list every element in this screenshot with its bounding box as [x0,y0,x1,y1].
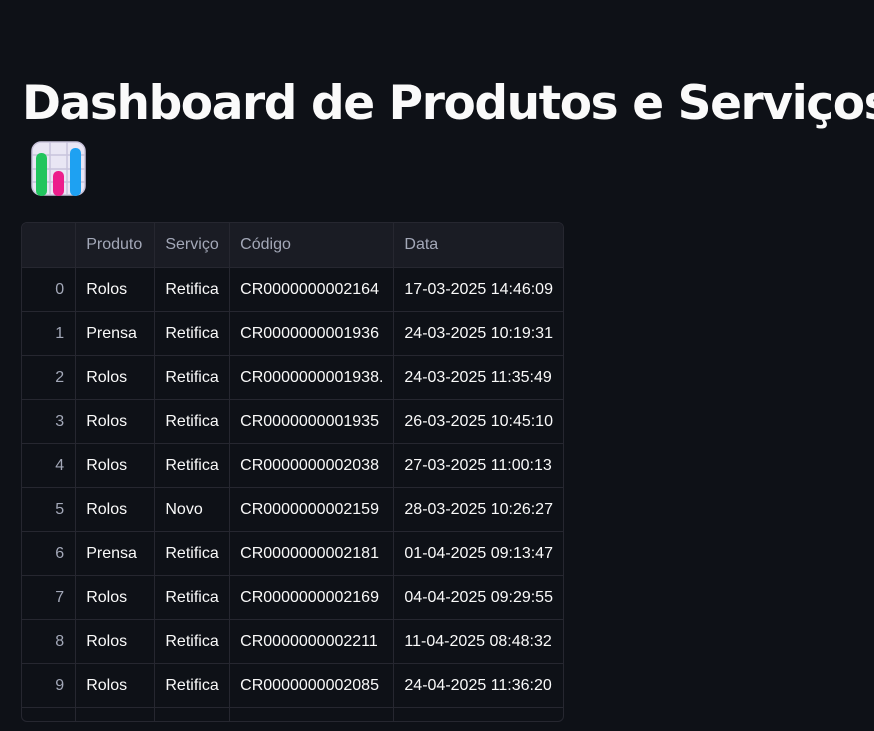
table-row[interactable]: 0 Rolos Retifica CR0000000002164 17-03-2… [22,267,563,312]
cell-data[interactable]: 24-03-2025 11:35:49 [393,355,563,400]
app-page: Dashboard de Produtos e Serviços Produto… [0,0,874,731]
row-index: 0 [22,267,77,312]
cell-data[interactable]: 27-03-2025 11:00:13 [393,443,563,488]
table-row[interactable]: 1 Prensa Retifica CR0000000001936 24-03-… [22,311,563,356]
column-header-codigo[interactable]: Código [229,223,395,268]
cell-servico[interactable] [154,707,231,721]
cell-data[interactable]: 01-04-2025 09:13:47 [393,531,563,576]
column-header-produto[interactable]: Produto [75,223,156,268]
bar-chart-icon [31,141,86,196]
cell-servico[interactable]: Retifica [154,619,231,664]
cell-produto[interactable] [75,707,156,721]
cell-codigo[interactable]: CR0000000001936 [229,311,395,356]
row-index [22,707,77,721]
cell-servico[interactable]: Retifica [154,663,231,708]
cell-codigo[interactable]: CR0000000002169 [229,575,395,620]
row-index: 2 [22,355,77,400]
table-row[interactable]: 9 Rolos Retifica CR0000000002085 24-04-2… [22,663,563,708]
row-index: 1 [22,311,77,356]
cell-data[interactable]: 24-04-2025 11:36:20 [393,663,563,708]
cell-produto[interactable]: Prensa [75,311,156,356]
table-row-partial[interactable] [22,707,563,721]
page-title: Dashboard de Produtos e Serviços [22,76,874,131]
table-row[interactable]: 4 Rolos Retifica CR0000000002038 27-03-2… [22,443,563,488]
row-index: 3 [22,399,77,444]
cell-servico[interactable]: Retifica [154,531,231,576]
cell-produto[interactable]: Rolos [75,355,156,400]
table-row[interactable]: 7 Rolos Retifica CR0000000002169 04-04-2… [22,575,563,620]
column-header-data[interactable]: Data [393,223,563,268]
row-index: 8 [22,619,77,664]
cell-servico[interactable]: Retifica [154,399,231,444]
cell-servico[interactable]: Retifica [154,443,231,488]
cell-produto[interactable]: Rolos [75,575,156,620]
cell-data[interactable]: 24-03-2025 10:19:31 [393,311,563,356]
cell-produto[interactable]: Rolos [75,487,156,532]
cell-data[interactable]: 26-03-2025 10:45:10 [393,399,563,444]
cell-codigo[interactable]: CR0000000001938. [229,355,395,400]
cell-produto[interactable]: Rolos [75,267,156,312]
cell-data[interactable]: 17-03-2025 14:46:09 [393,267,563,312]
cell-servico[interactable]: Novo [154,487,231,532]
cell-data[interactable] [393,707,563,721]
column-header-servico[interactable]: Serviço [154,223,231,268]
column-header-index[interactable] [22,223,77,268]
data-table-grid: Produto Serviço Código Data 0 Rolos Reti… [22,223,563,721]
cell-codigo[interactable]: CR0000000002164 [229,267,395,312]
row-index: 7 [22,575,77,620]
row-index: 9 [22,663,77,708]
table-row[interactable]: 6 Prensa Retifica CR0000000002181 01-04-… [22,531,563,576]
cell-servico[interactable]: Retifica [154,267,231,312]
table-header-row: Produto Serviço Código Data [22,223,563,268]
cell-codigo[interactable]: CR0000000002181 [229,531,395,576]
cell-codigo[interactable] [229,707,395,721]
cell-produto[interactable]: Rolos [75,399,156,444]
cell-servico[interactable]: Retifica [154,311,231,356]
cell-servico[interactable]: Retifica [154,355,231,400]
cell-codigo[interactable]: CR0000000002159 [229,487,395,532]
cell-produto[interactable]: Prensa [75,531,156,576]
cell-codigo[interactable]: CR0000000001935 [229,399,395,444]
row-index: 6 [22,531,77,576]
cell-data[interactable]: 04-04-2025 09:29:55 [393,575,563,620]
row-index: 4 [22,443,77,488]
cell-codigo[interactable]: CR0000000002085 [229,663,395,708]
cell-data[interactable]: 11-04-2025 08:48:32 [393,619,563,664]
table-row[interactable]: 2 Rolos Retifica CR0000000001938. 24-03-… [22,355,563,400]
row-index: 5 [22,487,77,532]
cell-codigo[interactable]: CR0000000002038 [229,443,395,488]
table-row[interactable]: 5 Rolos Novo CR0000000002159 28-03-2025 … [22,487,563,532]
table-row[interactable]: 8 Rolos Retifica CR0000000002211 11-04-2… [22,619,563,664]
cell-produto[interactable]: Rolos [75,443,156,488]
cell-produto[interactable]: Rolos [75,663,156,708]
cell-codigo[interactable]: CR0000000002211 [229,619,395,664]
data-table[interactable]: Produto Serviço Código Data 0 Rolos Reti… [21,222,564,722]
cell-produto[interactable]: Rolos [75,619,156,664]
table-row[interactable]: 3 Rolos Retifica CR0000000001935 26-03-2… [22,399,563,444]
cell-servico[interactable]: Retifica [154,575,231,620]
cell-data[interactable]: 28-03-2025 10:26:27 [393,487,563,532]
